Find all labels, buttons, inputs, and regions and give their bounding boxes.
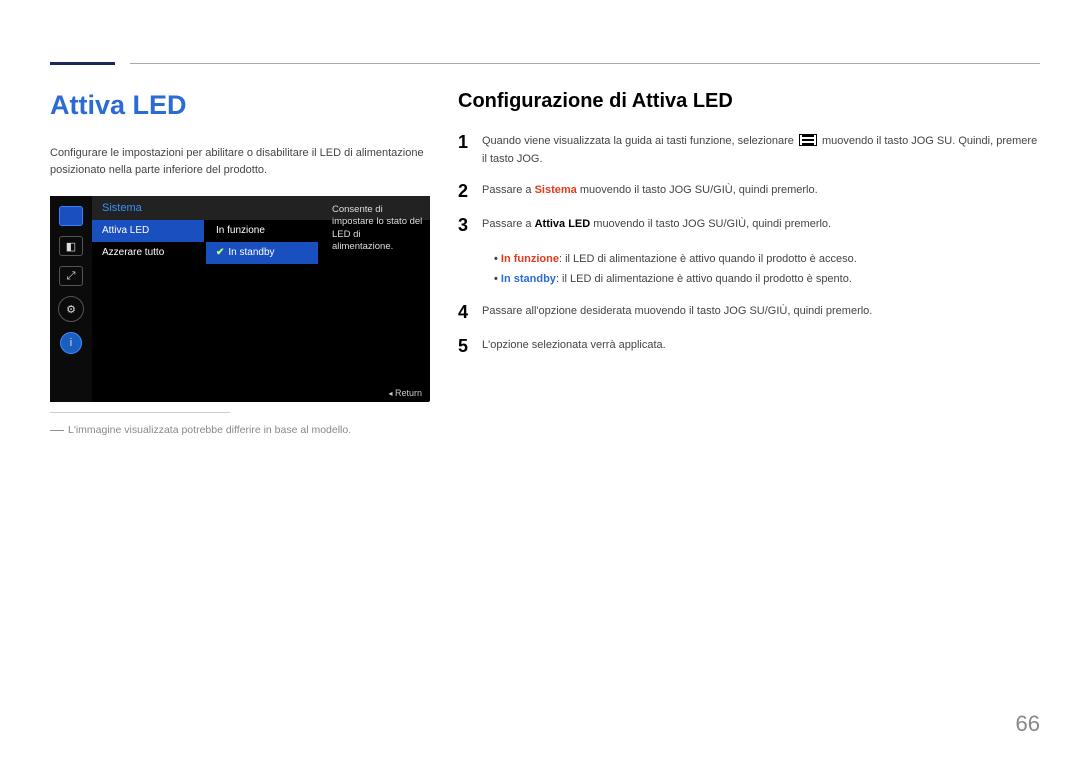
step-2: 2 Passare a Sistema muovendo il tasto JO… (458, 182, 1040, 202)
divider (50, 412, 230, 413)
step-number: 4 (458, 303, 482, 323)
osd-footer: ◂ Return (388, 388, 422, 398)
gear-icon: ⚙ (58, 296, 84, 322)
term-attiva-led: Attiva LED (535, 218, 591, 230)
osd-value-column: In funzione ✔ In standby (206, 220, 318, 264)
page-title: Attiva LED (50, 90, 430, 121)
osd-footer-label: Return (395, 388, 422, 398)
option-in-funzione: In funzione: il LED di alimentazione è a… (494, 250, 1040, 270)
page-number: 66 (1016, 711, 1040, 737)
step-body: Passare all'opzione desiderata muovendo … (482, 303, 872, 323)
osd-value-item: ✔ In standby (206, 242, 318, 264)
step-number: 5 (458, 337, 482, 357)
check-icon: ✔ (216, 247, 224, 258)
step-number: 3 (458, 216, 482, 236)
section-subtitle: Configurazione di Attiva LED (458, 90, 1040, 113)
picture-icon: ◧ (59, 236, 83, 256)
osd-screenshot: ◧ ⤢ ⚙ i Sistema Attiva LED Azzerare tutt… (50, 196, 430, 402)
osd-value-item: In funzione (206, 220, 318, 242)
step-4: 4 Passare all'opzione desiderata muovend… (458, 303, 1040, 323)
osd-value-label: In standby (228, 247, 274, 258)
screen-icon (59, 206, 83, 226)
left-column: Attiva LED Configurare le impostazioni p… (50, 90, 430, 437)
resize-icon: ⤢ (59, 266, 83, 286)
back-icon: ◂ (388, 389, 392, 398)
header-rule-thick (50, 62, 115, 65)
content-columns: Attiva LED Configurare le impostazioni p… (50, 90, 1040, 437)
term-sistema: Sistema (535, 184, 577, 196)
osd-sidebar: ◧ ⤢ ⚙ i (50, 196, 92, 402)
header-rule-thin (130, 63, 1040, 64)
step-5: 5 L'opzione selezionata verrà applicata. (458, 337, 1040, 357)
step-body: Quando viene visualizzata la guida ai ta… (482, 133, 1040, 168)
info-icon: i (60, 332, 82, 354)
menu-icon (799, 134, 817, 146)
osd-menu-column: Attiva LED Azzerare tutto (92, 220, 204, 264)
right-column: Configurazione di Attiva LED 1 Quando vi… (458, 90, 1040, 437)
step-number: 1 (458, 133, 482, 168)
step-body: Passare a Attiva LED muovendo il tasto J… (482, 216, 831, 236)
step-body: Passare a Sistema muovendo il tasto JOG … (482, 182, 818, 202)
image-disclaimer: ―L'immagine visualizzata potrebbe differ… (50, 421, 430, 437)
step-number: 2 (458, 182, 482, 202)
step-body: L'opzione selezionata verrà applicata. (482, 337, 666, 357)
intro-text: Configurare le impostazioni per abilitar… (50, 145, 430, 178)
osd-description: Consente di impostare lo stato del LED d… (332, 204, 424, 253)
osd-menu-item: Attiva LED (92, 220, 204, 242)
option-list: In funzione: il LED di alimentazione è a… (494, 250, 1040, 290)
option-in-standby: In standby: il LED di alimentazione è at… (494, 270, 1040, 290)
step-1: 1 Quando viene visualizzata la guida ai … (458, 133, 1040, 168)
osd-menu-item: Azzerare tutto (92, 242, 204, 264)
step-3: 3 Passare a Attiva LED muovendo il tasto… (458, 216, 1040, 236)
